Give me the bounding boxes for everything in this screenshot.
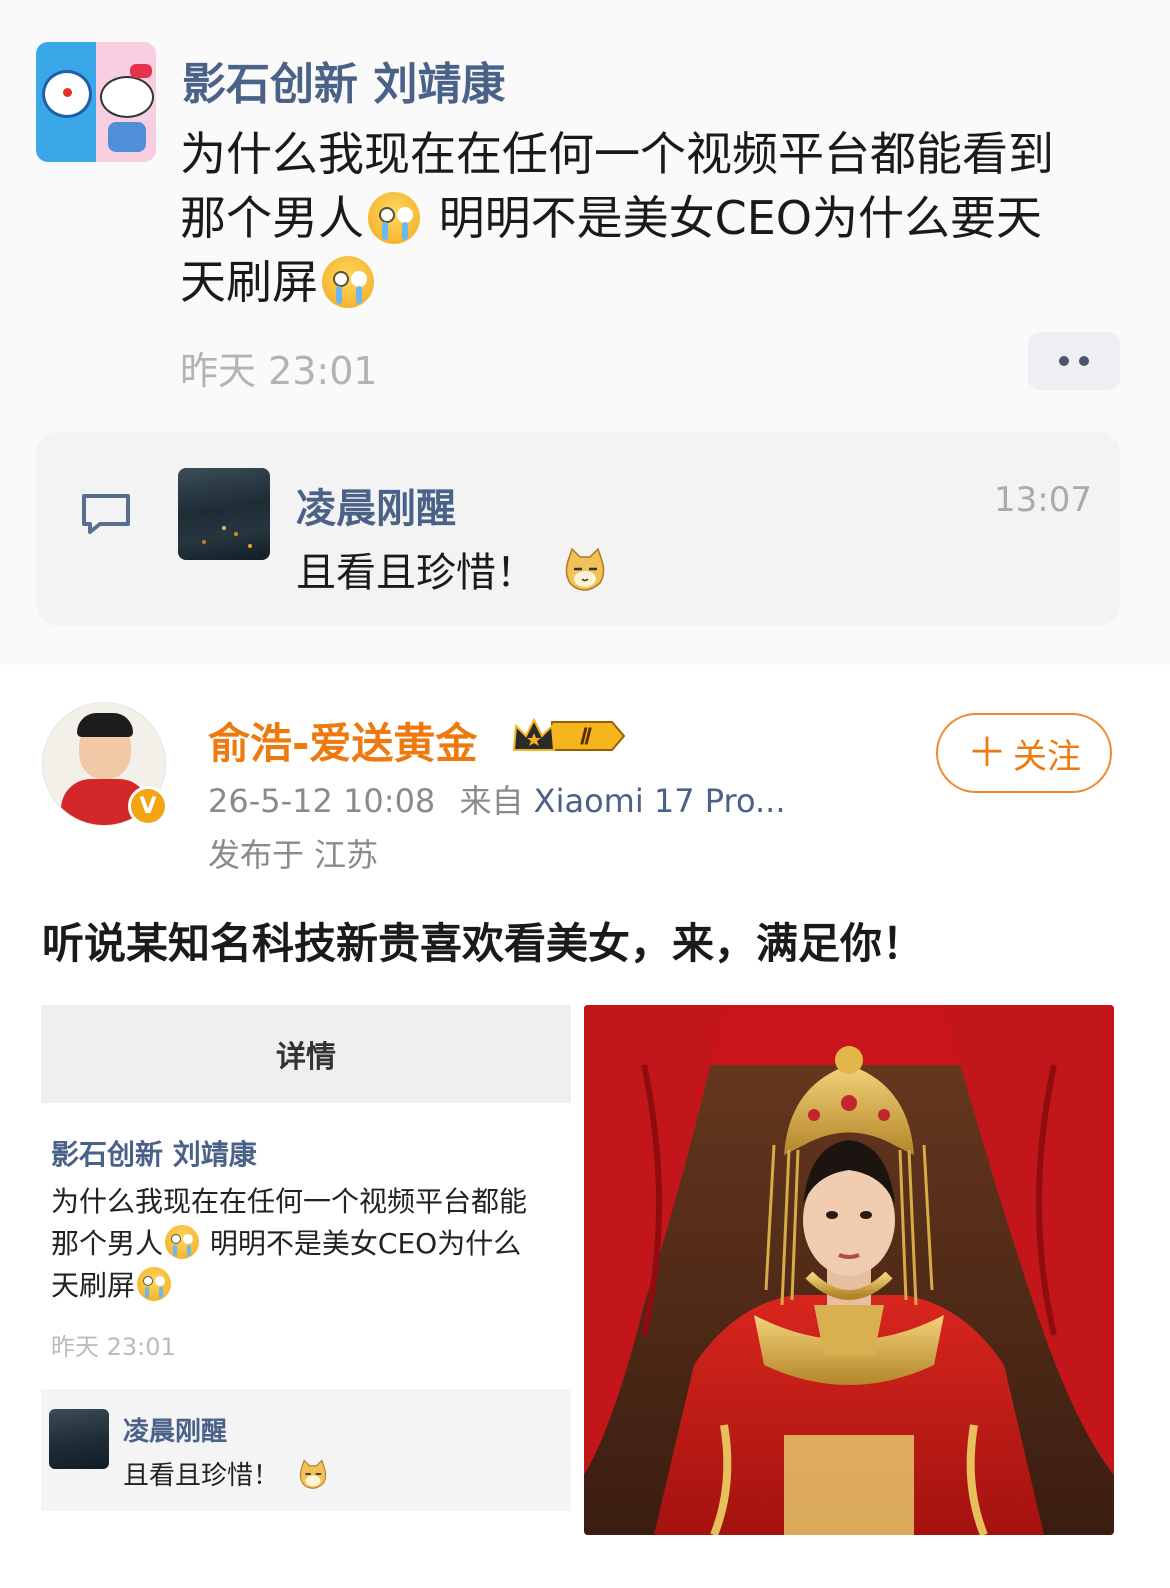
comment-icon[interactable] bbox=[80, 492, 132, 534]
more-dots-icon[interactable] bbox=[1028, 332, 1120, 390]
reply-box[interactable]: 凌晨刚醒 13:07 且看且珍惜！ bbox=[36, 432, 1120, 626]
post-location: 发布于 江苏 bbox=[208, 836, 379, 874]
comment-timestamp: 昨天 23:01 bbox=[180, 349, 378, 393]
source-prefix: 来自 bbox=[459, 782, 524, 820]
embed-header: 详情 bbox=[41, 1005, 571, 1103]
embed-timestamp: 昨天 23:01 bbox=[51, 1333, 176, 1361]
plus-icon: ＋ bbox=[967, 730, 1007, 776]
post-source[interactable]: Xiaomi 17 Pro... bbox=[534, 782, 786, 820]
embed-reply-avatar bbox=[49, 1409, 109, 1469]
cat-emoji-icon bbox=[565, 547, 605, 591]
post-text: 听说某知名科技新贵喜欢看美女，来，满足你！ bbox=[42, 919, 925, 968]
crying-emoji-icon bbox=[368, 192, 420, 244]
embed-reply-author: 凌晨刚醒 bbox=[123, 1417, 228, 1447]
embed-reply: 凌晨刚醒 且看且珍惜！ bbox=[41, 1389, 571, 1511]
crying-emoji-icon bbox=[137, 1267, 172, 1301]
poster-name[interactable]: 俞浩-爱送黄金 bbox=[208, 710, 477, 771]
crying-emoji-icon bbox=[322, 256, 374, 308]
embed-author: 影石创新 刘靖康 bbox=[51, 1138, 257, 1171]
comment-text: 为什么我现在在任何一个视频平台都能看到 那个男人 明明不是美女CEO为什么要天 … bbox=[180, 127, 1054, 309]
embed-text: 为什么我现在在任何一个视频平台都能 那个男人 明明不是美女CEO为什么 天刷屏 bbox=[51, 1185, 528, 1302]
commenter-avatar[interactable] bbox=[36, 42, 156, 162]
commenter-name[interactable]: 影石创新 刘靖康 bbox=[182, 48, 505, 112]
cat-emoji-icon bbox=[299, 1458, 327, 1489]
embed-reply-text: 且看且珍惜！ bbox=[123, 1455, 329, 1492]
post-photo[interactable] bbox=[584, 1005, 1114, 1535]
crown-icon[interactable]: Ⅱ bbox=[512, 716, 626, 756]
reply-author[interactable]: 凌晨刚醒 bbox=[296, 476, 456, 534]
post-date: 26-5-12 10:08 bbox=[208, 782, 436, 820]
comment-card: 影石创新 刘靖康 为什么我现在在任何一个视频平台都能看到 那个男人 明明不是美女… bbox=[0, 0, 1170, 665]
embedded-screenshot[interactable]: 详情 影石创新 刘靖康 为什么我现在在任何一个视频平台都能 那个男人 明明不是美… bbox=[41, 1005, 571, 1535]
follow-button[interactable]: ＋ 关注 bbox=[936, 713, 1112, 793]
reply-text: 且看且珍惜！ bbox=[296, 540, 608, 598]
crying-emoji-icon bbox=[165, 1225, 200, 1259]
verified-icon: V bbox=[128, 786, 168, 826]
reply-timestamp: 13:07 bbox=[994, 480, 1092, 520]
post-meta: 26-5-12 10:08 来自 Xiaomi 17 Pro... bbox=[208, 776, 785, 822]
reply-avatar[interactable] bbox=[178, 468, 270, 560]
